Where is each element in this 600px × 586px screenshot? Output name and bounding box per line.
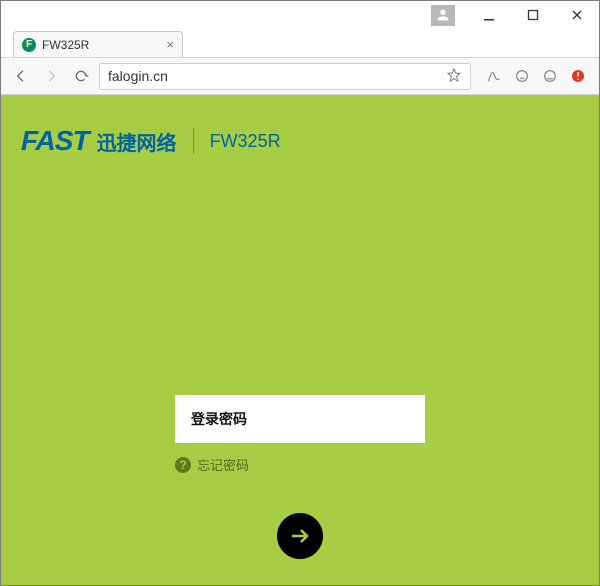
submit-arrow-button[interactable] xyxy=(277,513,323,559)
forgot-password-link[interactable]: ? 忘记密码 xyxy=(175,455,425,474)
window-close-button[interactable] xyxy=(555,1,599,29)
tab-close-button[interactable]: × xyxy=(166,38,174,51)
extension-icons xyxy=(477,67,591,85)
brand-model-text: FW325R xyxy=(210,131,281,152)
login-block: 登录密码 ? 忘记密码 xyxy=(175,395,425,474)
extension-icon-3[interactable] xyxy=(541,67,559,85)
address-bar-url: falogin.cn xyxy=(108,68,446,84)
extension-icon-1[interactable] xyxy=(485,67,503,85)
tab-favicon: F xyxy=(22,38,36,52)
browser-toolbar: falogin.cn xyxy=(1,58,599,95)
arrow-right-icon xyxy=(288,524,312,548)
window-minimize-button[interactable] xyxy=(467,1,511,29)
browser-tab[interactable]: F FW325R × xyxy=(13,31,183,57)
brand-logo: FAST 迅捷网络 xyxy=(21,125,177,157)
brand-header: FAST 迅捷网络 FW325R xyxy=(21,125,281,157)
nav-back-button[interactable] xyxy=(9,64,33,88)
forgot-password-label: 忘记密码 xyxy=(197,455,249,474)
page-viewport: FAST 迅捷网络 FW325R 登录密码 ? 忘记密码 xyxy=(1,95,599,585)
password-input[interactable]: 登录密码 xyxy=(175,395,425,443)
browser-tabstrip: F FW325R × xyxy=(1,29,599,58)
help-icon: ? xyxy=(175,457,191,473)
nav-reload-button[interactable] xyxy=(69,64,93,88)
window-titlebar xyxy=(1,1,599,29)
brand-separator xyxy=(193,128,194,154)
nav-forward-button[interactable] xyxy=(39,64,63,88)
extension-icon-4[interactable] xyxy=(569,67,587,85)
bookmark-star-icon[interactable] xyxy=(446,67,462,86)
brand-fast-text: FAST xyxy=(21,125,89,157)
profile-avatar-button[interactable] xyxy=(431,5,455,26)
brand-cn-text: 迅捷网络 xyxy=(97,127,177,156)
window-maximize-button[interactable] xyxy=(511,1,555,29)
address-bar[interactable]: falogin.cn xyxy=(99,63,471,90)
extension-icon-2[interactable] xyxy=(513,67,531,85)
tab-title: FW325R xyxy=(42,38,89,52)
password-placeholder: 登录密码 xyxy=(191,409,247,429)
